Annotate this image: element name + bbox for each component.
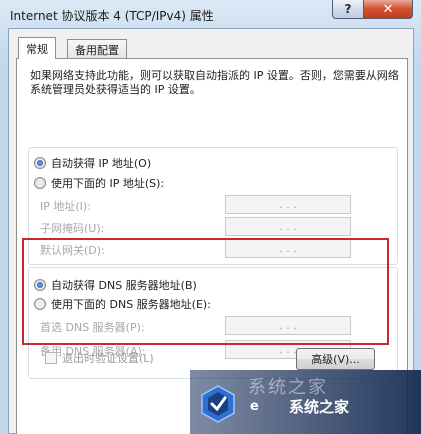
subnet-mask-field[interactable]: . . .: [225, 217, 351, 236]
help-button[interactable]: ?: [332, 0, 364, 19]
watermark-logo-icon: [201, 385, 235, 423]
tab-alternate-config[interactable]: 备用配置: [67, 39, 127, 59]
title-bar[interactable]: Internet 协议版本 4 (TCP/IPv4) 属性 ? ✕: [0, 0, 421, 28]
ip-auto-label: 自动获得 IP 地址(O): [51, 157, 152, 170]
ip-address-label: IP 地址(I):: [40, 200, 91, 213]
watermark-site-name: 系统之家: [289, 398, 350, 416]
advanced-button[interactable]: 高级(V)...: [296, 348, 375, 370]
tab-general[interactable]: 常规: [18, 37, 56, 59]
ip-auto-option[interactable]: 自动获得 IP 地址(O): [34, 155, 155, 171]
ip-manual-radio[interactable]: [34, 177, 46, 189]
validate-on-exit-label: 退出时验证设置(L): [62, 352, 154, 365]
window-title: Internet 协议版本 4 (TCP/IPv4) 属性: [10, 9, 214, 23]
ip-manual-label: 使用下面的 IP 地址(S):: [51, 177, 165, 190]
subnet-mask-label: 子网掩码(U):: [40, 222, 105, 235]
ip-auto-radio[interactable]: [34, 157, 46, 169]
help-icon: ?: [344, 2, 352, 16]
ip-manual-option[interactable]: 使用下面的 IP 地址(S):: [34, 175, 168, 191]
description-text: 如果网络支持此功能，则可以获取自动指派的 IP 设置。否则，您需要从网络系统管理…: [30, 69, 399, 96]
watermark-domain: e: [250, 399, 259, 414]
close-icon: ✕: [382, 1, 394, 17]
validate-on-exit-option[interactable]: 退出时验证设置(L): [45, 350, 154, 366]
close-button[interactable]: ✕: [363, 0, 413, 19]
ip-address-field[interactable]: . . .: [225, 195, 351, 214]
site-watermark: 系统之家 e 系统之家: [190, 370, 421, 434]
dns-highlight-box: [22, 238, 389, 345]
validate-on-exit-checkbox[interactable]: [45, 352, 57, 364]
dialog-window: Internet 协议版本 4 (TCP/IPv4) 属性 ? ✕ 常规 备用配…: [0, 0, 421, 434]
